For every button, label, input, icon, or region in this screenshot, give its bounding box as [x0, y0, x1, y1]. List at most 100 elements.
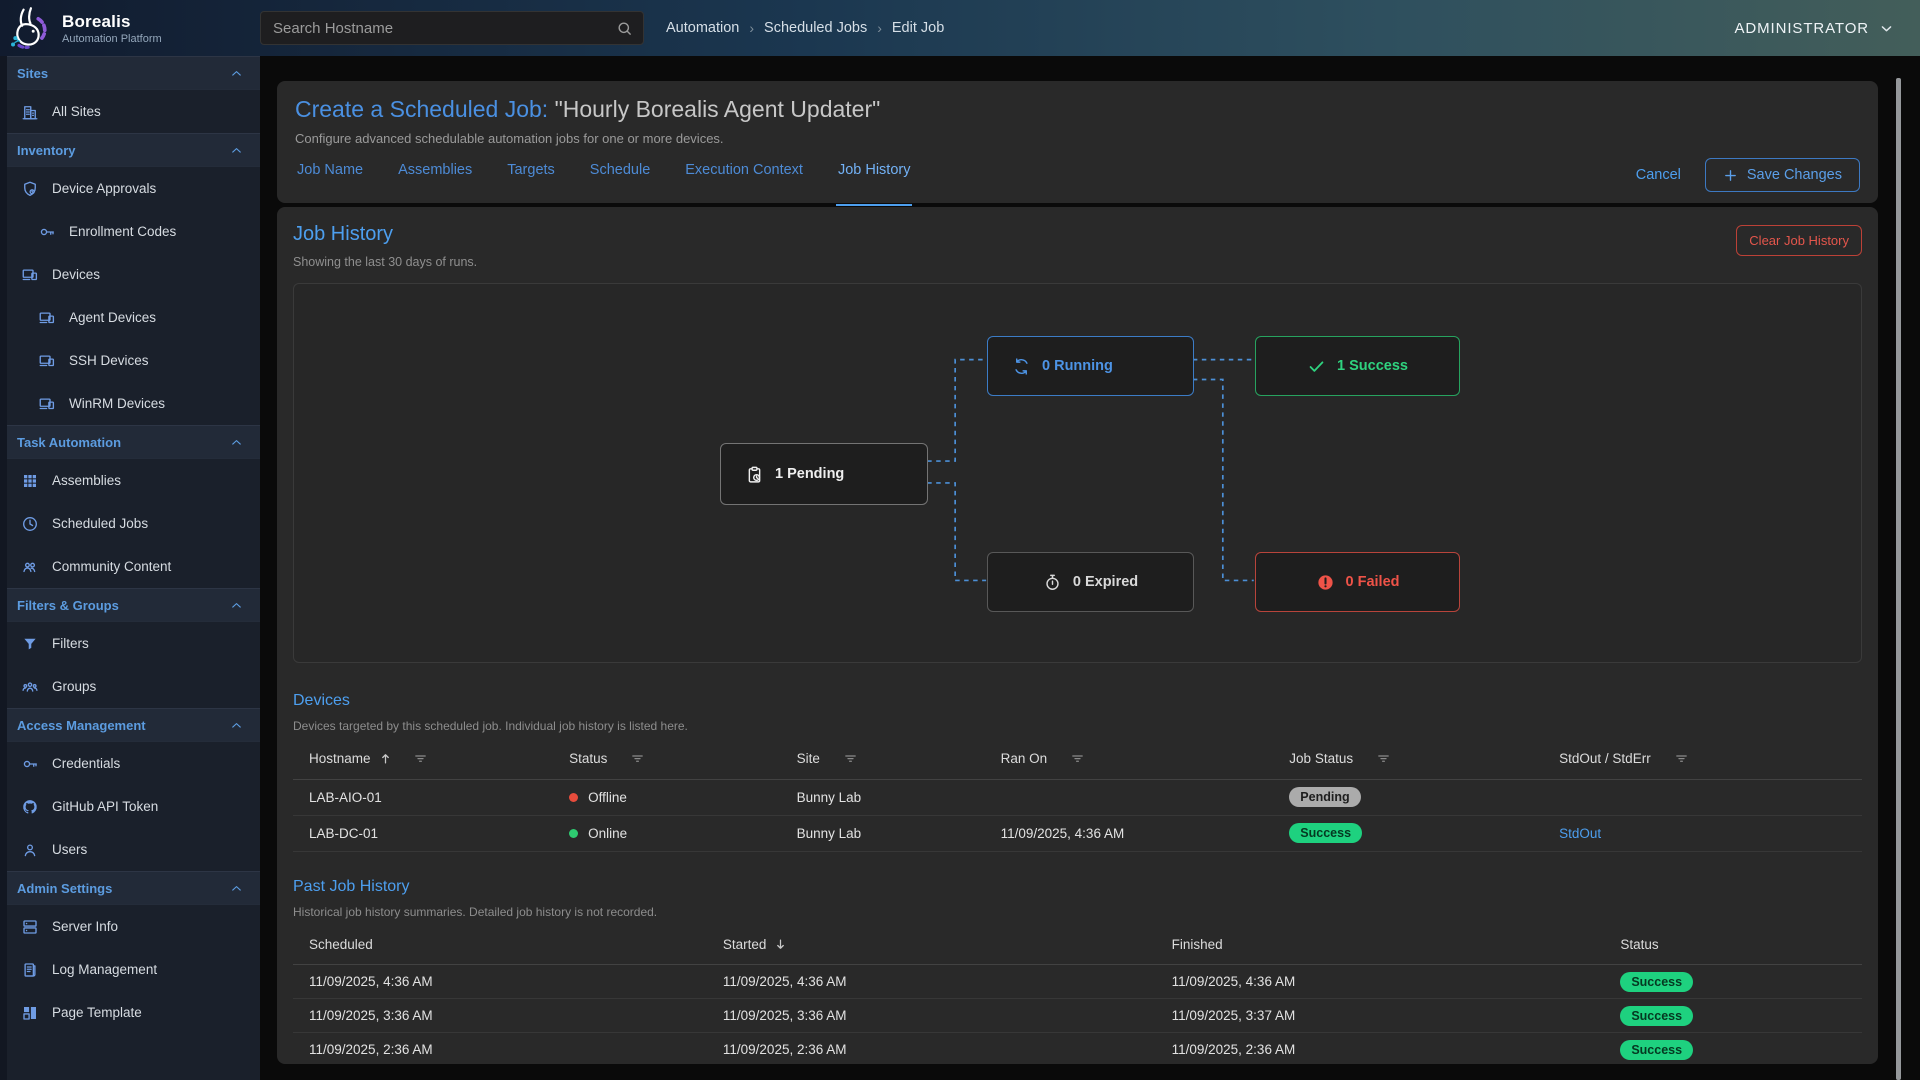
sidebar-item-label: WinRM Devices: [69, 396, 165, 411]
flow-box-pending[interactable]: 1 Pending: [720, 443, 928, 505]
page-scrollbar[interactable]: [1896, 78, 1901, 1080]
sidebar-section-header[interactable]: Access Management: [0, 708, 260, 742]
flow-box-failed[interactable]: 0 Failed: [1255, 552, 1460, 612]
sidebar-item-credentials[interactable]: Credentials: [0, 742, 260, 785]
column-header-status[interactable]: Status: [1620, 925, 1862, 965]
sidebar-item-page-template[interactable]: Page Template: [0, 991, 260, 1034]
sidebar-item-scheduled-jobs[interactable]: Scheduled Jobs: [0, 502, 260, 545]
column-label: Finished: [1172, 937, 1223, 952]
sidebar-item-label: Community Content: [52, 559, 171, 574]
chevron-down-icon: [1879, 21, 1894, 36]
sidebar: SitesAll SitesInventoryDevice Approvals E…: [0, 56, 260, 1080]
column-header-started[interactable]: Started: [723, 925, 1172, 965]
column-label: Ran On: [1001, 751, 1048, 766]
sidebar-section-label: Task Automation: [17, 435, 121, 450]
device-status: Online: [569, 815, 797, 851]
sidebar-item-label: GitHub API Token: [52, 799, 158, 814]
tab-bar: Job Name Assemblies Targets Schedule Executi…: [295, 158, 912, 206]
sidebar-item-ssh-devices[interactable]: SSH Devices: [0, 339, 260, 382]
sidebar-item-server-info[interactable]: Server Info: [0, 905, 260, 948]
clear-job-history-button[interactable]: Clear Job History: [1736, 225, 1862, 256]
sidebar-item-groups[interactable]: Groups: [0, 665, 260, 708]
breadcrumb-item[interactable]: Automation: [666, 20, 739, 36]
flow-box-expired[interactable]: 0 Expired: [987, 552, 1194, 612]
past-job-history-subheading: Historical job history summaries. Detail…: [293, 905, 1862, 919]
tab-assemblies[interactable]: Assemblies: [396, 158, 474, 206]
column-header-finished[interactable]: Finished: [1172, 925, 1621, 965]
flow-box-success[interactable]: 1 Success: [1255, 336, 1460, 396]
filter-icon[interactable]: [413, 751, 428, 766]
page-title-job-name: "Hourly Borealis Agent Updater": [555, 96, 881, 122]
stdout-link[interactable]: StdOut: [1559, 826, 1601, 841]
column-label: Hostname: [309, 751, 371, 766]
sidebar-item-agent-devices[interactable]: Agent Devices: [0, 296, 260, 339]
sidebar-section-header[interactable]: Task Automation: [0, 425, 260, 459]
brand: Borealis Automation Platform: [0, 5, 260, 51]
save-changes-button[interactable]: Save Changes: [1705, 158, 1860, 192]
tab-execution-context[interactable]: Execution Context: [683, 158, 805, 206]
sidebar-section-header[interactable]: Admin Settings: [0, 871, 260, 905]
cancel-button[interactable]: Cancel: [1636, 167, 1681, 183]
sidebar-item-label: Filters: [52, 636, 89, 651]
sidebar-section-header[interactable]: Inventory: [0, 133, 260, 167]
breadcrumb-separator: ›: [877, 20, 882, 36]
filter-icon[interactable]: [1376, 751, 1391, 766]
sidebar-section-header[interactable]: Sites: [0, 56, 260, 90]
sidebar-item-label: Enrollment Codes: [69, 224, 176, 239]
column-label: StdOut / StdErr: [1559, 751, 1651, 766]
column-header-stdout-stderr[interactable]: StdOut / StdErr: [1559, 739, 1862, 779]
tab-schedule[interactable]: Schedule: [588, 158, 652, 206]
search-box: [260, 11, 644, 45]
sidebar-item-enrollment-codes[interactable]: Enrollment Codes: [0, 210, 260, 253]
breadcrumb-item[interactable]: Edit Job: [892, 20, 944, 36]
column-header-job-status[interactable]: Job Status: [1289, 739, 1559, 779]
column-header-site[interactable]: Site: [797, 739, 1001, 779]
devices-icon: [38, 309, 56, 327]
device-ran-on: 11/09/2025, 4:36 AM: [1001, 815, 1290, 851]
chevron-up-icon: [229, 718, 244, 733]
column-label: Status: [1620, 937, 1658, 952]
flow-box-running[interactable]: 0 Running: [987, 336, 1194, 396]
chevron-up-icon: [229, 143, 244, 158]
column-header-status[interactable]: Status: [569, 739, 797, 779]
device-hostname: LAB-DC-01: [293, 815, 569, 851]
sidebar-item-assemblies[interactable]: Assemblies: [0, 459, 260, 502]
filter-icon[interactable]: [843, 751, 858, 766]
column-header-scheduled[interactable]: Scheduled: [293, 925, 723, 965]
sidebar-item-github-api-token[interactable]: GitHub API Token: [0, 785, 260, 828]
device-row: LAB-AIO-01 Offline Bunny Lab Pending: [293, 779, 1862, 815]
sidebar-item-device-approvals[interactable]: Device Approvals: [0, 167, 260, 210]
devices-icon: [38, 352, 56, 370]
column-header-hostname[interactable]: Hostname: [293, 739, 569, 779]
breadcrumb-item[interactable]: Scheduled Jobs: [764, 20, 867, 36]
tab-job-name[interactable]: Job Name: [295, 158, 365, 206]
devices-heading: Devices: [293, 692, 1862, 710]
sidebar-item-filters[interactable]: Filters: [0, 622, 260, 665]
flow-box-label: 0 Running: [1042, 358, 1113, 374]
sidebar-item-winrm-devices[interactable]: WinRM Devices: [0, 382, 260, 425]
sidebar-item-community-content[interactable]: Community Content: [0, 545, 260, 588]
tab-job-history[interactable]: Job History: [836, 158, 913, 206]
sidebar-item-label: Devices: [52, 267, 100, 282]
filter-icon[interactable]: [630, 751, 645, 766]
tab-targets[interactable]: Targets: [505, 158, 557, 206]
user-menu[interactable]: ADMINISTRATOR: [1735, 20, 1894, 37]
status-dot-icon: [569, 829, 578, 838]
search-input[interactable]: [261, 20, 616, 37]
sidebar-item-devices[interactable]: Devices: [0, 253, 260, 296]
sidebar-item-log-management[interactable]: Log Management: [0, 948, 260, 991]
alert-icon: [1316, 573, 1335, 592]
filter-icon[interactable]: [1674, 751, 1689, 766]
job-status-badge: Pending: [1289, 787, 1360, 807]
sidebar-item-all-sites[interactable]: All Sites: [0, 90, 260, 133]
past-job-history-table: ScheduledStartedFinished Status 11/09/202…: [293, 925, 1862, 1065]
column-header-ran-on[interactable]: Ran On: [1001, 739, 1290, 779]
filter-icon[interactable]: [1070, 751, 1085, 766]
sidebar-item-users[interactable]: Users: [0, 828, 260, 871]
sidebar-item-label: Credentials: [52, 756, 120, 771]
brand-tagline: Automation Platform: [62, 33, 162, 45]
device-status: Offline: [569, 779, 797, 815]
past-scheduled: 11/09/2025, 4:36 AM: [293, 965, 723, 999]
sidebar-section-header[interactable]: Filters & Groups: [0, 588, 260, 622]
sidebar-item-label: Scheduled Jobs: [52, 516, 148, 531]
